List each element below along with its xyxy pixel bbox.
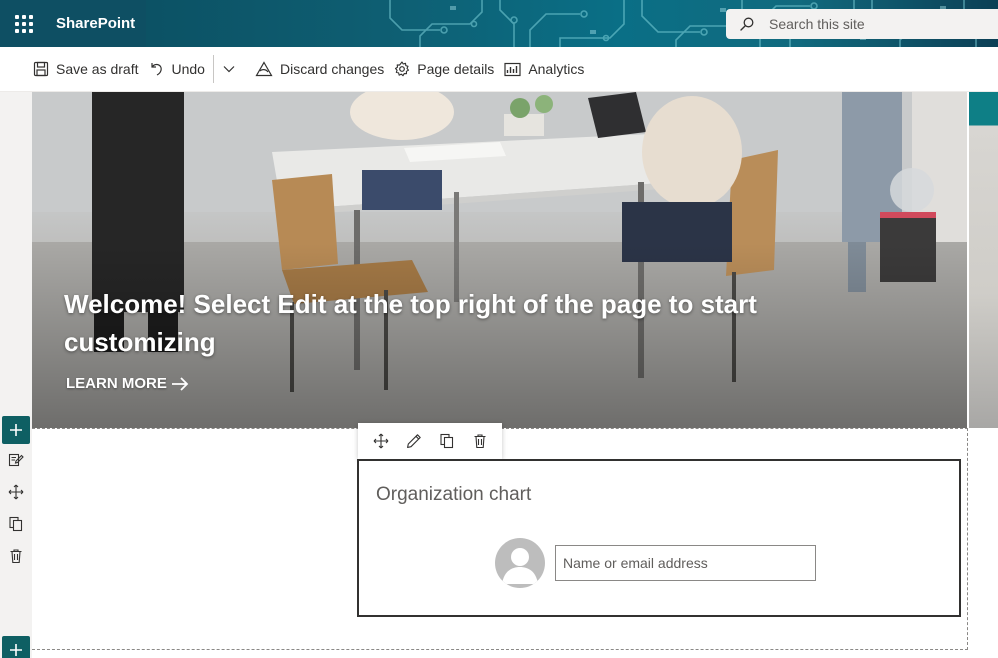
app-launcher-button[interactable]	[0, 0, 47, 47]
delete-web-part-button[interactable]	[467, 428, 493, 454]
search-box[interactable]: Search this site	[726, 9, 998, 39]
person-search-input[interactable]	[555, 545, 816, 581]
duplicate-section-button[interactable]	[5, 513, 27, 535]
command-separator	[212, 55, 214, 83]
move-section-button[interactable]	[5, 481, 27, 503]
save-icon	[33, 61, 49, 77]
chevron-down-icon	[223, 66, 235, 73]
edit-section-button[interactable]	[5, 449, 27, 471]
add-section-button-top[interactable]	[2, 416, 30, 444]
command-bar: Save as draft Undo Discard changes Page …	[0, 47, 998, 92]
edit-web-part-button[interactable]	[401, 428, 427, 454]
add-icon	[10, 424, 22, 436]
trash-icon	[10, 549, 22, 564]
web-part-toolbar	[358, 423, 502, 459]
section-toolbox	[0, 92, 32, 658]
gear-icon	[395, 61, 410, 77]
duplicate-icon	[9, 516, 23, 532]
trash-icon	[474, 434, 485, 449]
page-details-label: Page details	[417, 61, 495, 77]
search-icon	[740, 17, 754, 31]
analytics-button[interactable]: Analytics	[502, 51, 592, 87]
app-name[interactable]: SharePoint	[47, 0, 146, 47]
person-placeholder-icon	[495, 538, 545, 588]
app-launcher-icon	[14, 14, 33, 33]
move-icon	[8, 484, 24, 500]
org-chart-title: Organization chart	[376, 484, 532, 505]
organization-chart-web-part[interactable]: Organization chart	[357, 459, 961, 617]
discard-changes-label: Discard changes	[279, 61, 385, 77]
learn-more-link[interactable]: LEARN MORE	[66, 375, 189, 392]
undo-label: Undo	[171, 61, 205, 77]
suite-bar: SharePoint Search this site	[0, 0, 998, 47]
add-section-button-bottom[interactable]	[2, 636, 30, 658]
search-placeholder[interactable]: Search this site	[769, 16, 865, 32]
duplicate-icon	[439, 433, 453, 449]
arrow-right-icon	[171, 376, 189, 391]
save-as-draft-label: Save as draft	[56, 61, 139, 77]
edit-properties-icon	[8, 453, 24, 467]
duplicate-web-part-button[interactable]	[434, 428, 460, 454]
analytics-label: Analytics	[528, 61, 585, 77]
learn-more-label: LEARN MORE	[66, 375, 167, 392]
move-web-part-button[interactable]	[368, 428, 394, 454]
pencil-icon	[406, 434, 421, 448]
delete-section-button[interactable]	[5, 545, 27, 567]
hero-tile-secondary[interactable]	[969, 92, 998, 428]
analytics-icon	[504, 62, 521, 76]
hero-title: Welcome! Select Edit at the top right of…	[64, 289, 757, 357]
undo-button[interactable]: Undo	[147, 51, 213, 87]
hero-web-part[interactable]: Welcome! Select Edit at the top right of…	[32, 92, 968, 428]
add-icon	[10, 644, 22, 656]
discard-changes-button[interactable]: Discard changes	[253, 51, 392, 87]
save-as-draft-button[interactable]: Save as draft	[31, 51, 147, 87]
undo-icon	[150, 63, 162, 76]
move-icon	[373, 433, 388, 449]
page-details-button[interactable]: Page details	[392, 51, 502, 87]
discard-icon	[255, 61, 273, 77]
undo-dropdown-button[interactable]	[220, 51, 253, 87]
